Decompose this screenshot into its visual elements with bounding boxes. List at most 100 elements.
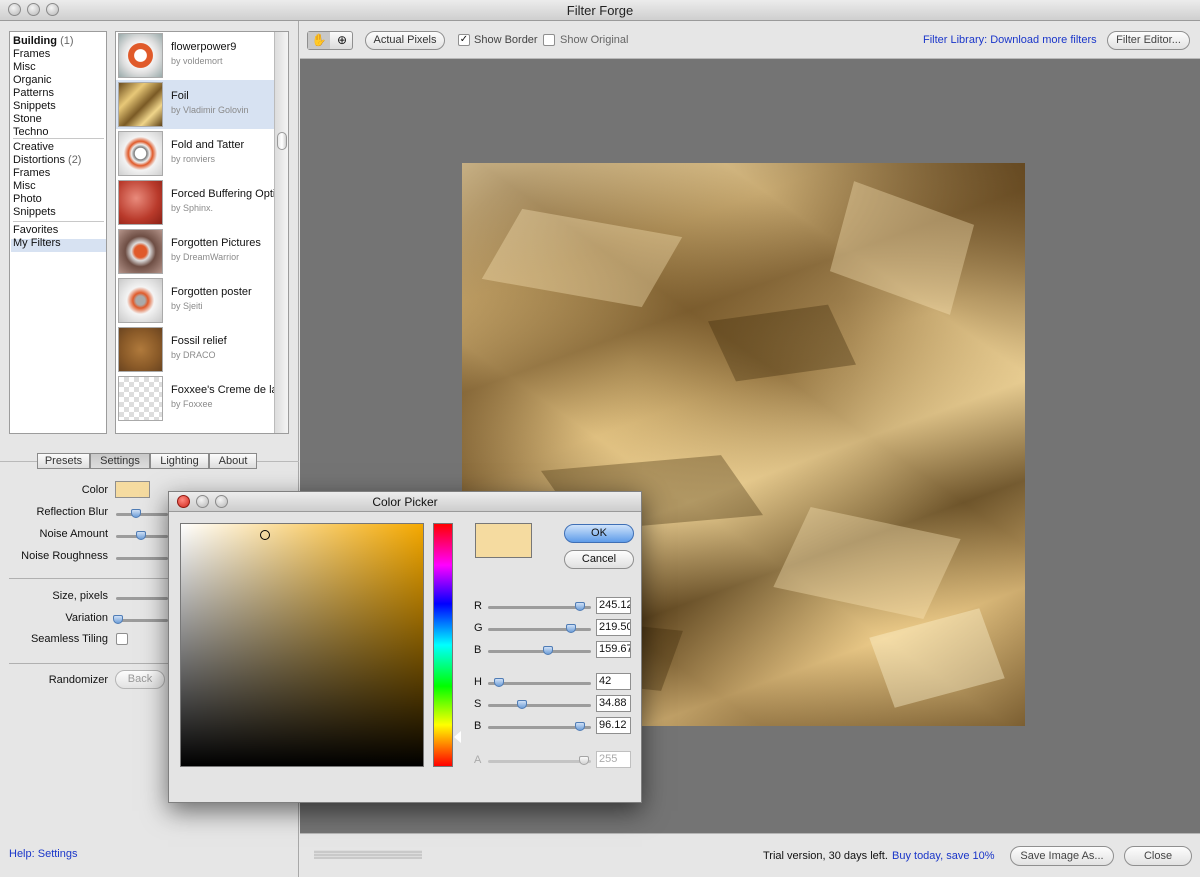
- ok-button[interactable]: OK: [564, 524, 634, 543]
- channel-slider-knob[interactable]: [575, 602, 585, 611]
- buy-link[interactable]: Buy today, save 10%: [892, 850, 995, 862]
- zoom-dialog-button[interactable]: [215, 495, 228, 508]
- tab-presets[interactable]: Presets: [37, 453, 90, 469]
- help-settings-link[interactable]: Help: Settings: [9, 848, 77, 860]
- reflection-blur-label: Reflection Blur: [36, 506, 108, 518]
- color-picker-title: Color Picker: [372, 495, 438, 509]
- color-swatch-button[interactable]: [115, 481, 150, 498]
- filter-list-item[interactable]: Foxxee's Creme de la by Foxxee: [116, 374, 274, 423]
- category-label: Distortions: [13, 154, 65, 166]
- show-border-checkbox[interactable]: ✓: [458, 34, 470, 46]
- noise-roughness-slider[interactable]: [116, 557, 168, 560]
- category-item-patterns[interactable]: Patterns: [13, 87, 54, 100]
- category-item-photo[interactable]: Photo: [13, 193, 42, 206]
- channel-label: G: [474, 622, 483, 634]
- tab-settings[interactable]: Settings: [90, 453, 150, 469]
- category-label: Photo: [13, 193, 42, 205]
- hand-tool-icon[interactable]: ✋: [308, 32, 330, 49]
- filter-list-scrollbar[interactable]: [274, 32, 288, 433]
- reflection-blur-slider[interactable]: [116, 513, 168, 516]
- filter-thumbnail: [118, 33, 163, 78]
- cancel-button[interactable]: Cancel: [564, 550, 634, 569]
- channel-label: B: [474, 644, 482, 656]
- channel-value-field[interactable]: 255: [596, 751, 631, 768]
- zoom-tool-icon[interactable]: ⊕: [331, 32, 353, 49]
- category-label: Techno: [13, 126, 49, 138]
- filter-list-item[interactable]: Foil by Vladimir Golovin: [116, 80, 274, 129]
- channel-slider[interactable]: [488, 650, 591, 653]
- filter-list-item[interactable]: Forced Buffering Opti by Sphinx.: [116, 178, 274, 227]
- filter-name: Forgotten poster: [171, 286, 252, 298]
- category-label: Snippets: [13, 100, 56, 112]
- category-item-organic[interactable]: Organic: [13, 74, 52, 87]
- reflection-blur-knob[interactable]: [131, 509, 141, 518]
- category-item-misc[interactable]: Misc: [13, 61, 36, 74]
- hue-pointer-icon[interactable]: [454, 731, 461, 743]
- channel-slider-knob[interactable]: [579, 756, 589, 765]
- color-field-cursor[interactable]: [260, 530, 270, 540]
- channel-label: A: [474, 754, 482, 766]
- filter-list-item[interactable]: Forgotten poster by Sjeiti: [116, 276, 274, 325]
- category-item-favorites[interactable]: Favorites: [13, 224, 58, 237]
- category-item-misc[interactable]: Misc: [13, 180, 36, 193]
- filter-list-item[interactable]: flowerpower9 by voldemort: [116, 32, 274, 80]
- category-item-snippets[interactable]: Snippets: [13, 100, 56, 113]
- back-label: Back: [127, 673, 153, 685]
- category-item-frames[interactable]: Frames: [13, 48, 50, 61]
- category-item-building[interactable]: Building (1): [13, 35, 74, 48]
- channel-slider[interactable]: [488, 704, 591, 707]
- channel-value-field[interactable]: 34.88: [596, 695, 631, 712]
- category-item-creative[interactable]: Creative: [13, 141, 54, 154]
- channel-slider-knob[interactable]: [566, 624, 576, 633]
- progress-indicator: [314, 850, 422, 859]
- channel-value-field[interactable]: 245.12: [596, 597, 631, 614]
- seamless-tiling-checkbox[interactable]: [116, 633, 128, 645]
- category-label: Frames: [13, 167, 51, 179]
- channel-slider-knob[interactable]: [575, 722, 585, 731]
- channel-label: R: [474, 600, 482, 612]
- category-item-distortions[interactable]: Distortions (2): [13, 154, 81, 167]
- close-window-button[interactable]: [8, 3, 21, 16]
- minimize-dialog-button[interactable]: [196, 495, 209, 508]
- preview-toolbar: ✋ ⊕ Actual Pixels ✓ Show Border Show Ori…: [300, 21, 1200, 59]
- saturation-value-field[interactable]: [180, 523, 424, 767]
- category-item-my-filters[interactable]: My Filters: [13, 237, 61, 250]
- randomizer-back-button[interactable]: Back: [115, 670, 165, 689]
- variation-label: Variation: [65, 612, 108, 624]
- filter-library-link[interactable]: Filter Library: Download more filters: [923, 34, 1097, 46]
- variation-knob[interactable]: [113, 615, 123, 624]
- filter-list-scroll-thumb[interactable]: [277, 132, 287, 150]
- minimize-window-button[interactable]: [27, 3, 40, 16]
- channel-slider-knob[interactable]: [543, 646, 553, 655]
- category-item-snippets[interactable]: Snippets: [13, 206, 56, 219]
- noise-amount-knob[interactable]: [136, 531, 146, 540]
- seamless-tiling-label: Seamless Tiling: [30, 633, 108, 645]
- filter-list-item[interactable]: Fold and Tatter by ronviers: [116, 129, 274, 178]
- size-pixels-slider[interactable]: [116, 597, 168, 600]
- filter-thumbnail: [118, 229, 163, 274]
- tab-about[interactable]: About: [209, 453, 257, 469]
- filter-author: by DRACO: [171, 350, 216, 360]
- channel-slider-knob[interactable]: [494, 678, 504, 687]
- hue-strip[interactable]: [433, 523, 453, 767]
- show-original-checkbox[interactable]: [543, 34, 555, 46]
- channel-slider-knob[interactable]: [517, 700, 527, 709]
- channel-value-field[interactable]: 42: [596, 673, 631, 690]
- channel-value-field[interactable]: 159.67: [596, 641, 631, 658]
- category-item-frames[interactable]: Frames: [13, 167, 50, 180]
- filter-editor-button[interactable]: Filter Editor...: [1107, 31, 1190, 50]
- channel-value-field[interactable]: 219.50: [596, 619, 631, 636]
- channel-slider[interactable]: [488, 760, 591, 763]
- category-item-stone[interactable]: Stone: [13, 113, 42, 126]
- filter-list-item[interactable]: Fossil relief by DRACO: [116, 325, 274, 374]
- tab-lighting[interactable]: Lighting: [150, 453, 209, 469]
- save-image-button[interactable]: Save Image As...: [1010, 846, 1114, 866]
- zoom-window-button[interactable]: [46, 3, 59, 16]
- actual-pixels-button[interactable]: Actual Pixels: [365, 31, 445, 50]
- close-button[interactable]: Close: [1124, 846, 1192, 866]
- channel-value-field[interactable]: 96.12: [596, 717, 631, 734]
- close-dialog-button[interactable]: [177, 495, 190, 508]
- filter-list-item[interactable]: Forgotten Pictures by DreamWarrior: [116, 227, 274, 276]
- variation-slider[interactable]: [116, 619, 168, 622]
- category-label: Stone: [13, 113, 42, 125]
